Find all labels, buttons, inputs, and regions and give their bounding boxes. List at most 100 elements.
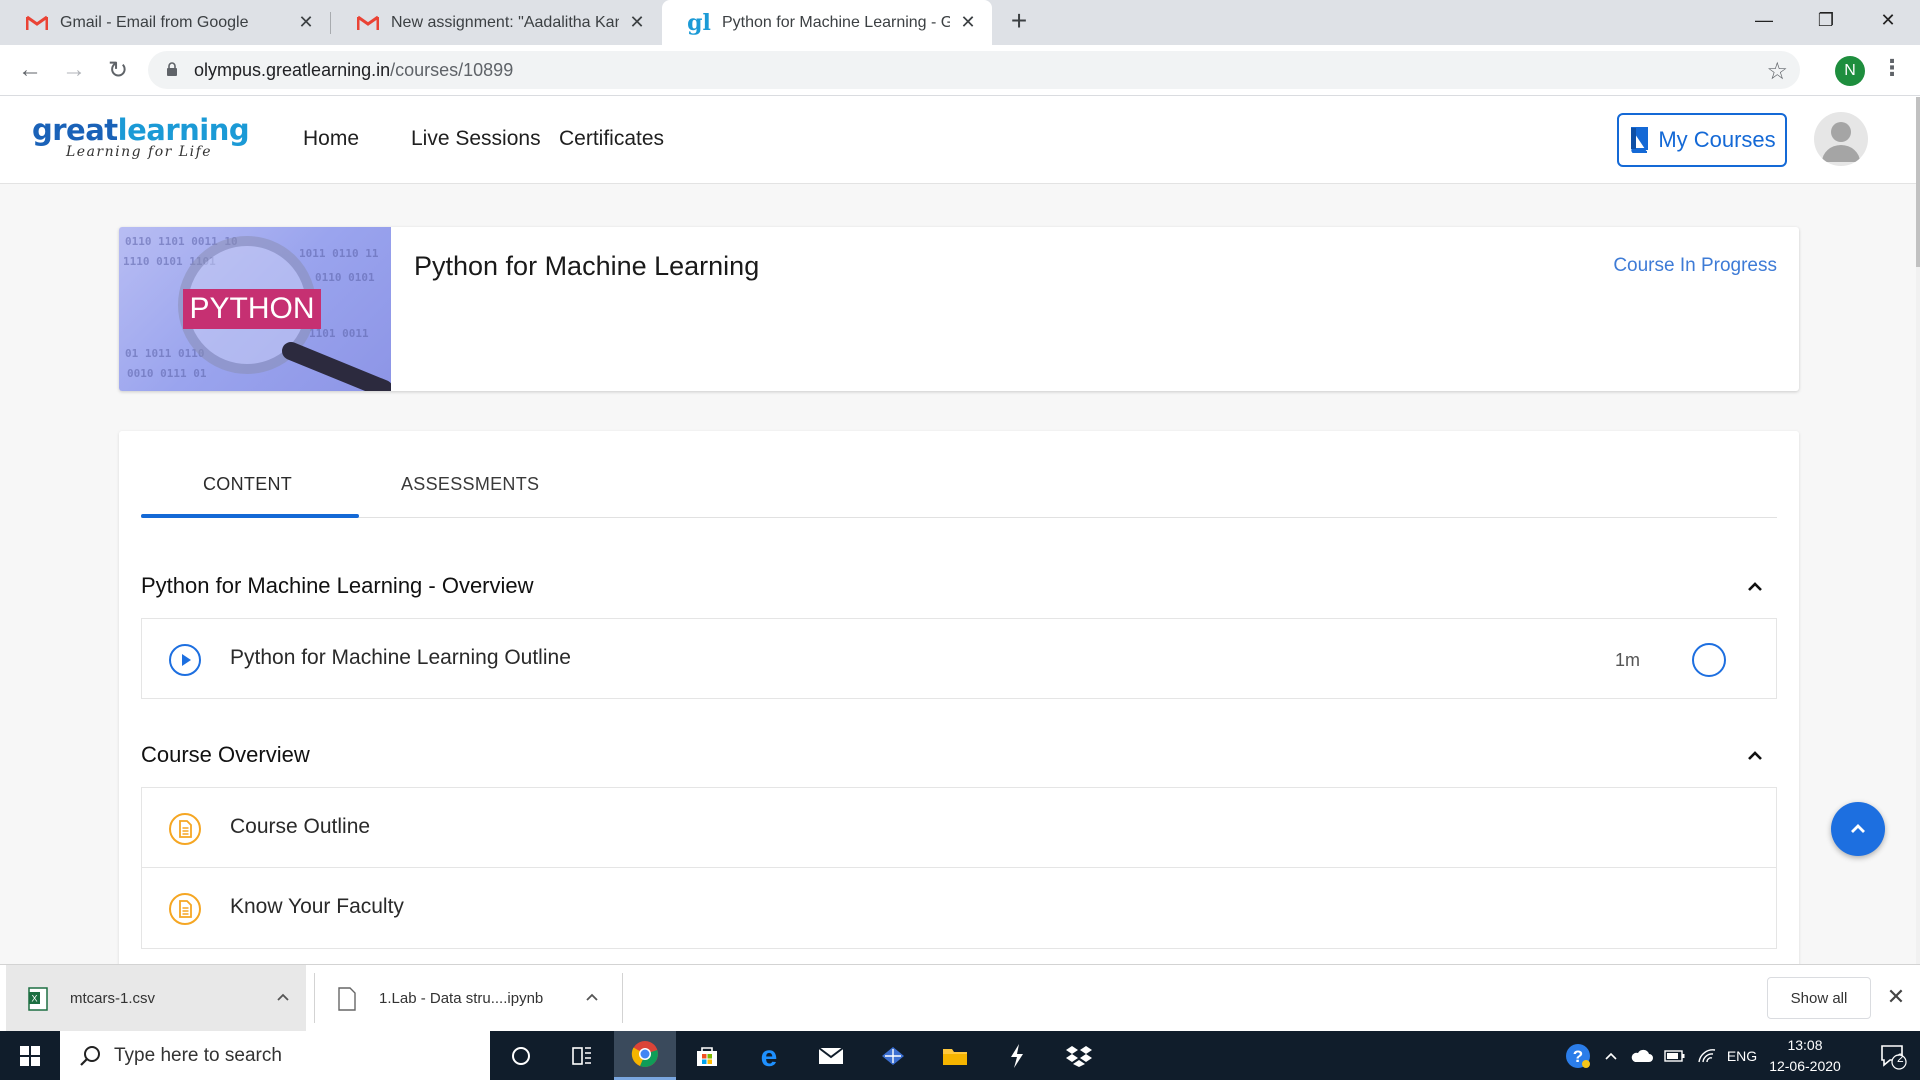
- app-icon[interactable]: [862, 1031, 924, 1080]
- greatlearning-icon: gl: [687, 9, 711, 36]
- file-icon: [338, 986, 356, 1011]
- list-item[interactable]: Know Your Faculty: [141, 868, 1777, 949]
- edge-icon[interactable]: e: [738, 1031, 800, 1080]
- close-icon[interactable]: ✕: [296, 12, 316, 33]
- active-tab-indicator: [141, 514, 359, 518]
- app-icon[interactable]: [986, 1031, 1048, 1080]
- svg-text:1011 0110 11: 1011 0110 11: [299, 247, 379, 260]
- action-center-button[interactable]: 2: [1866, 1031, 1920, 1080]
- url-host: olympus.greatlearning.in: [194, 60, 391, 80]
- svg-text:0110 0101: 0110 0101: [315, 271, 375, 284]
- nav-live-sessions[interactable]: Live Sessions: [411, 127, 541, 151]
- tab-title: Python for Machine Learning - Gr: [722, 13, 950, 31]
- course-thumbnail: 0110 1101 0011 10 1110 0101 1101 01 1011…: [119, 227, 391, 391]
- taskbar-search-box[interactable]: Type here to search: [60, 1031, 490, 1080]
- user-avatar[interactable]: [1814, 112, 1868, 166]
- chevron-up-icon[interactable]: [1745, 746, 1765, 766]
- new-tab-button[interactable]: +: [1005, 7, 1033, 36]
- onedrive-icon[interactable]: [1626, 1031, 1656, 1080]
- page-scrollbar-thumb[interactable]: [1916, 97, 1920, 267]
- battery-icon[interactable]: [1660, 1031, 1690, 1080]
- browser-tab-gmail[interactable]: Gmail - Email from Google ✕: [0, 0, 330, 45]
- download-filename: 1.Lab - Data stru....ipynb: [379, 990, 544, 1007]
- chrome-taskbar-icon[interactable]: [614, 1031, 676, 1080]
- chevron-up-icon: [1851, 824, 1865, 833]
- item-label: Python for Machine Learning Outline: [230, 646, 571, 669]
- tab-title: Gmail - Email from Google: [60, 13, 249, 31]
- svg-text:?: ?: [1573, 1047, 1583, 1066]
- bookmark-star-icon[interactable]: ☆: [1766, 57, 1788, 86]
- chevron-up-icon[interactable]: [583, 989, 601, 1007]
- section-title: Course Overview: [141, 742, 310, 767]
- chevron-up-icon[interactable]: [1600, 1031, 1622, 1080]
- download-item[interactable]: X mtcars-1.csv: [6, 965, 306, 1032]
- mail-icon[interactable]: [800, 1031, 862, 1080]
- close-icon[interactable]: ✕: [627, 12, 647, 33]
- content-tabs: CONTENT ASSESSMENTS: [141, 431, 1777, 518]
- system-clock[interactable]: 13:08 12-06-2020: [1762, 1035, 1848, 1077]
- python-magnifier-image: 0110 1101 0011 10 1110 0101 1101 01 1011…: [123, 235, 391, 391]
- user-icon: [1822, 122, 1860, 162]
- browser-toolbar: ← → ↻ olympus.greatlearning.in/courses/1…: [0, 45, 1920, 96]
- language-indicator[interactable]: ENG: [1722, 1031, 1762, 1080]
- profile-avatar[interactable]: N: [1835, 56, 1865, 86]
- svg-text:0010 0111 01: 0010 0111 01: [127, 367, 207, 380]
- url-path: /courses/10899: [390, 60, 514, 80]
- completion-status-circle: [1692, 643, 1726, 677]
- item-duration: 1m: [1615, 650, 1641, 670]
- download-shelf: X mtcars-1.csv 1.Lab - Data stru....ipyn…: [0, 964, 1920, 1032]
- microsoft-store-icon[interactable]: [676, 1031, 738, 1080]
- chevron-up-icon[interactable]: [274, 989, 292, 1007]
- list-item[interactable]: Course Outline: [141, 787, 1777, 868]
- show-all-button[interactable]: Show all: [1767, 977, 1871, 1019]
- site-header: greatlearning Learning for Life Home Liv…: [0, 97, 1916, 184]
- section-header[interactable]: Python for Machine Learning - Overview: [141, 567, 1777, 607]
- file-explorer-icon[interactable]: [924, 1031, 986, 1080]
- clock-time: 13:08: [1787, 1037, 1823, 1053]
- nav-home[interactable]: Home: [303, 127, 359, 151]
- browser-menu-icon[interactable]: ⋮: [1880, 55, 1904, 85]
- book-icon: [1631, 127, 1649, 153]
- wifi-icon[interactable]: [1692, 1031, 1722, 1080]
- address-bar[interactable]: olympus.greatlearning.in/courses/10899 ☆: [148, 51, 1800, 89]
- greatlearning-logo[interactable]: greatlearning Learning for Life: [32, 113, 250, 161]
- browser-tab-python-course[interactable]: gl Python for Machine Learning - Gr ✕: [662, 0, 992, 45]
- tab-content[interactable]: CONTENT: [203, 474, 292, 495]
- cortana-icon[interactable]: [490, 1031, 552, 1080]
- section-header[interactable]: Course Overview: [141, 736, 1777, 776]
- document-icon: [169, 893, 201, 925]
- dropbox-icon[interactable]: [1048, 1031, 1110, 1080]
- play-icon: [169, 644, 201, 676]
- reload-button[interactable]: ↻: [103, 55, 133, 85]
- chevron-up-icon[interactable]: [1745, 577, 1765, 597]
- help-icon[interactable]: ?: [1560, 1031, 1596, 1080]
- close-window-button[interactable]: ✕: [1858, 0, 1918, 40]
- task-view-icon[interactable]: [552, 1031, 614, 1080]
- scroll-to-top-button[interactable]: [1831, 802, 1885, 856]
- document-icon: [169, 813, 201, 845]
- close-icon[interactable]: ✕: [958, 12, 978, 33]
- my-courses-button[interactable]: My Courses: [1617, 113, 1787, 167]
- gmail-icon: [357, 12, 379, 34]
- lock-icon: [167, 62, 177, 76]
- logo-brand-main: great: [32, 113, 118, 147]
- minimize-button[interactable]: —: [1734, 0, 1794, 40]
- notification-count: 2: [1897, 1051, 1904, 1065]
- restore-button[interactable]: ❐: [1796, 0, 1856, 40]
- windows-taskbar: Type here to search e ? ENG 13:08 12-06-…: [0, 1031, 1920, 1080]
- forward-button[interactable]: →: [59, 55, 89, 85]
- download-divider: [622, 973, 623, 1023]
- close-shelf-icon[interactable]: ✕: [1884, 985, 1908, 1009]
- download-item[interactable]: 1.Lab - Data stru....ipynb: [315, 965, 620, 1032]
- gmail-icon: [26, 12, 48, 34]
- course-status: Course In Progress: [1613, 255, 1777, 276]
- back-button[interactable]: ←: [15, 55, 45, 85]
- tab-assessments[interactable]: ASSESSMENTS: [401, 474, 539, 495]
- svg-text:X: X: [31, 993, 37, 1003]
- item-label: Know Your Faculty: [230, 895, 404, 918]
- windows-start-button[interactable]: [0, 1031, 60, 1080]
- list-item[interactable]: Python for Machine Learning Outline 1m: [141, 618, 1777, 699]
- download-filename: mtcars-1.csv: [70, 990, 156, 1007]
- browser-tab-new-assignment[interactable]: New assignment: "Aadalitha Kann ✕: [331, 0, 661, 45]
- nav-certificates[interactable]: Certificates: [559, 127, 664, 151]
